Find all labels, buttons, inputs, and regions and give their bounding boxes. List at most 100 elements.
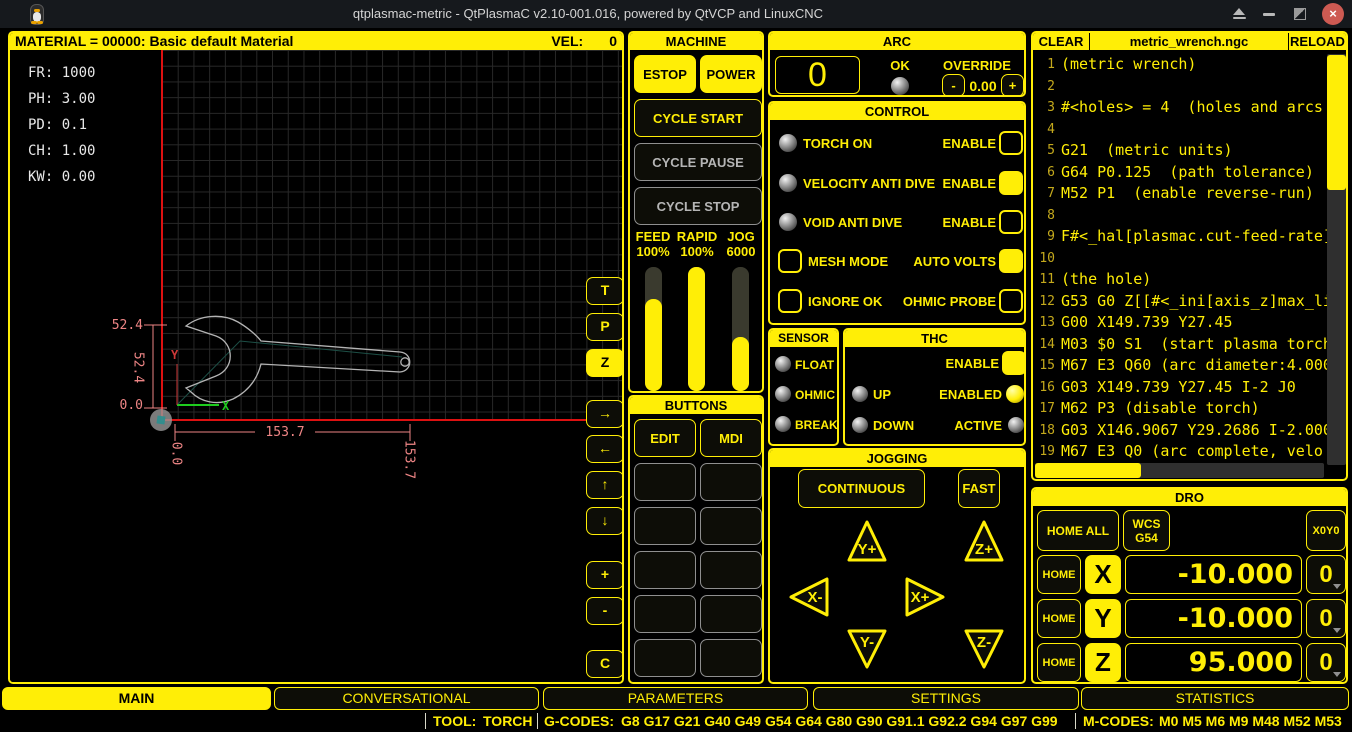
- pan-right-button[interactable]: →: [586, 400, 622, 428]
- override-minus-button[interactable]: -: [942, 74, 965, 97]
- tab-statistics[interactable]: STATISTICS: [1081, 687, 1349, 710]
- tab-main[interactable]: MAIN: [2, 687, 271, 710]
- tab-parameters[interactable]: PARAMETERS: [543, 687, 808, 710]
- gcode-line[interactable]: 3#<holes> = 4 (holes and arcs: [1035, 97, 1327, 118]
- pan-left-button[interactable]: ←: [586, 435, 622, 463]
- zoom-out-button[interactable]: -: [586, 597, 622, 625]
- view-z-button[interactable]: Z: [586, 349, 622, 377]
- axis-y-button[interactable]: Y: [1085, 599, 1121, 638]
- tab-settings[interactable]: SETTINGS: [813, 687, 1079, 710]
- maximize-button[interactable]: [1294, 8, 1306, 20]
- edit-button[interactable]: EDIT: [634, 419, 696, 457]
- app-icon: [28, 4, 44, 24]
- pan-down-button[interactable]: ↓: [586, 507, 622, 535]
- void-enable-checkbox[interactable]: [999, 210, 1023, 234]
- home-z-button[interactable]: HOME: [1037, 643, 1081, 682]
- gcode-line[interactable]: 14M03 $0 S1 (start plasma torch: [1035, 334, 1327, 355]
- dro-z-value: 95.000: [1125, 643, 1302, 682]
- clear-plot-button[interactable]: C: [586, 650, 622, 678]
- gcode-line[interactable]: 16G03 X149.739 Y27.45 I-2 J0: [1035, 377, 1327, 398]
- gcode-horizontal-scrollbar-thumb[interactable]: [1035, 463, 1141, 478]
- y-axis-label: Y: [171, 348, 178, 362]
- gcode-line-number: 8: [1035, 208, 1055, 223]
- gcode-vertical-scrollbar-thumb[interactable]: [1327, 55, 1346, 190]
- cycle-pause-button[interactable]: CYCLE PAUSE: [634, 143, 762, 181]
- feed-override-slider[interactable]: [645, 267, 662, 391]
- home-all-button[interactable]: HOME ALL: [1037, 510, 1119, 551]
- zero-y-caret-icon: [1333, 628, 1341, 633]
- thc-up-led: [852, 386, 868, 402]
- shade-button[interactable]: [1233, 8, 1246, 19]
- override-plus-button[interactable]: +: [1001, 74, 1024, 97]
- cycle-stop-button[interactable]: CYCLE STOP: [634, 187, 762, 225]
- gcode-line[interactable]: 5G21 (metric units): [1035, 140, 1327, 161]
- thc-enable-checkbox[interactable]: [1002, 351, 1026, 375]
- gcode-line[interactable]: 10: [1035, 248, 1327, 269]
- gcode-line[interactable]: 1(metric wrench): [1035, 54, 1327, 75]
- zero-x-button[interactable]: 0: [1306, 555, 1346, 594]
- preview-panel: MATERIAL = 00000: Basic default Material…: [8, 31, 624, 684]
- gcode-vertical-scrollbar[interactable]: [1327, 54, 1346, 465]
- user-button-8: [700, 595, 762, 633]
- gcode-line[interactable]: 18 G03 X146.9067 Y29.2686 I-2.000: [1035, 420, 1327, 441]
- gcode-line[interactable]: 8: [1035, 205, 1327, 226]
- zero-y-button[interactable]: 0: [1306, 599, 1346, 638]
- dim-height-side: 52.4: [131, 346, 146, 390]
- jog-speed-slider[interactable]: [732, 267, 749, 391]
- home-y-button[interactable]: HOME: [1037, 599, 1081, 638]
- auto-volts-checkbox[interactable]: [999, 249, 1023, 273]
- gcode-line-number: 3: [1035, 100, 1055, 115]
- x0y0-button[interactable]: X0Y0: [1306, 510, 1346, 551]
- ignore-ok-checkbox[interactable]: [778, 289, 802, 313]
- zoom-in-button[interactable]: +: [586, 561, 622, 589]
- minimize-button[interactable]: [1263, 13, 1275, 16]
- tab-conversational[interactable]: CONVERSATIONAL: [274, 687, 539, 710]
- gcode-line[interactable]: 7M52 P1 (enable reverse-run): [1035, 183, 1327, 204]
- gcode-reload-button[interactable]: RELOAD: [1289, 33, 1346, 50]
- gcode-line[interactable]: 19M67 E3 Q0 (arc complete, velo: [1035, 441, 1327, 462]
- axis-z-button[interactable]: Z: [1085, 643, 1121, 682]
- mesh-mode-checkbox[interactable]: [778, 249, 802, 273]
- pan-up-button[interactable]: ↑: [586, 471, 622, 499]
- velocity-enable-checkbox[interactable]: [999, 171, 1023, 195]
- gcode-line[interactable]: 11(the hole): [1035, 269, 1327, 290]
- gcode-clear-button[interactable]: CLEAR: [1033, 33, 1090, 50]
- mdi-button[interactable]: MDI: [700, 419, 762, 457]
- gcode-line-number: 18: [1035, 423, 1055, 438]
- gcode-line[interactable]: 13G00 X149.739 Y27.45: [1035, 312, 1327, 333]
- axis-x-button[interactable]: X: [1085, 555, 1121, 594]
- user-button-7: [634, 595, 696, 633]
- estop-button[interactable]: ESTOP: [634, 55, 696, 93]
- gcode-line-number: 11: [1035, 272, 1055, 287]
- gcode-line-number: 2: [1035, 79, 1055, 94]
- zero-z-label: 0: [1319, 649, 1332, 677]
- gcode-line[interactable]: 4: [1035, 119, 1327, 140]
- view-perspective-button[interactable]: P: [586, 313, 622, 341]
- preview-canvas[interactable]: FR: 1000 PH: 3.00 PD: 0.1 CH: 1.00 KW: 0…: [10, 50, 622, 682]
- gcode-horizontal-scrollbar[interactable]: [1035, 463, 1324, 478]
- power-button[interactable]: POWER: [700, 55, 762, 93]
- mesh-mode-label: MESH MODE: [808, 254, 888, 269]
- home-x-button[interactable]: HOME: [1037, 555, 1081, 594]
- wcs-button[interactable]: WCS G54: [1123, 510, 1170, 551]
- ohmic-probe-checkbox[interactable]: [999, 289, 1023, 313]
- gcode-line[interactable]: 2: [1035, 76, 1327, 97]
- wcs-line1: WCS: [1133, 517, 1161, 531]
- gcode-line[interactable]: 9F#<_hal[plasmac.cut-feed-rate]: [1035, 226, 1327, 247]
- jog-y-minus-label: Y-: [860, 634, 874, 651]
- ohmic-label: OHMIC: [795, 388, 835, 402]
- gcode-line-text: G03 X146.9067 Y29.2686 I-2.000: [1061, 420, 1327, 441]
- view-top-button[interactable]: T: [586, 277, 622, 305]
- gcode-line[interactable]: 17M62 P3 (disable torch): [1035, 398, 1327, 419]
- close-button[interactable]: ×: [1322, 3, 1344, 25]
- gcode-line[interactable]: 15M67 E3 Q60 (arc diameter:4.000: [1035, 355, 1327, 376]
- material-selector[interactable]: MATERIAL = 00000: Basic default Material…: [10, 33, 622, 50]
- cycle-start-button[interactable]: CYCLE START: [634, 99, 762, 137]
- rapid-override-slider[interactable]: [688, 267, 705, 391]
- gcode-line[interactable]: 12G53 G0 Z[[#<_ini[axis_z]max_li: [1035, 291, 1327, 312]
- torch-enable-checkbox[interactable]: [999, 131, 1023, 155]
- arc-panel: ARC 0 OK OVERRIDE - 0.00 +: [768, 31, 1026, 97]
- gcode-line[interactable]: 6G64 P0.125 (path tolerance): [1035, 162, 1327, 183]
- zero-z-button[interactable]: 0: [1306, 643, 1346, 682]
- jog-value: 6000: [727, 244, 756, 259]
